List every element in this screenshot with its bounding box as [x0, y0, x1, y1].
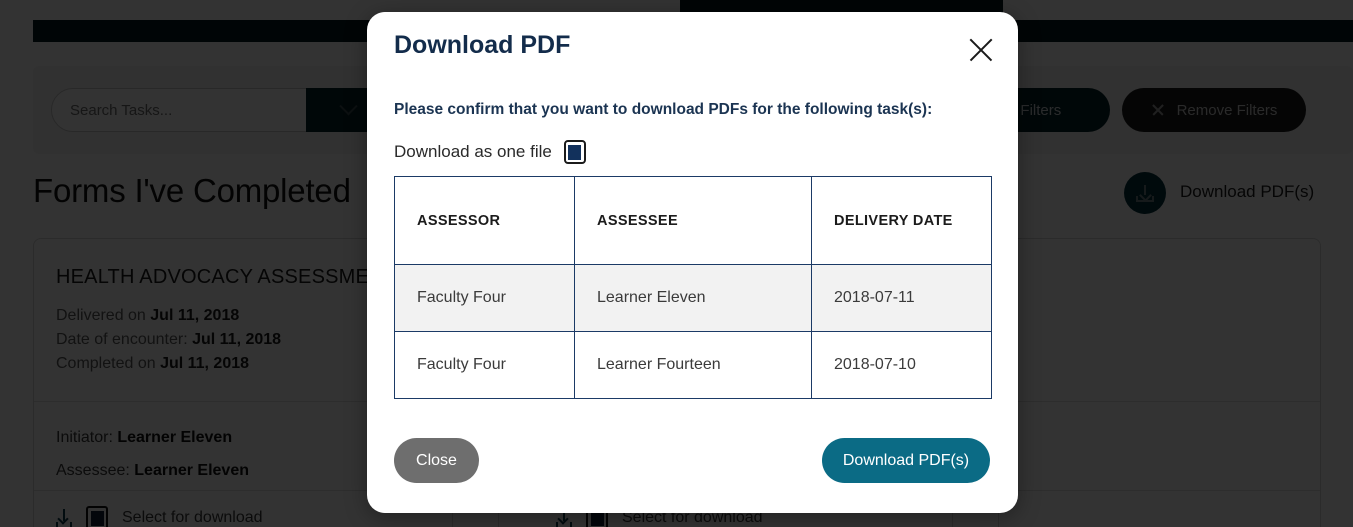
download-pdfs-confirm-button[interactable]: Download PDF(s): [822, 438, 990, 483]
cell-assessor: Faculty Four: [394, 264, 575, 332]
cell-delivery-date: 2018-07-10: [811, 331, 992, 399]
column-header-delivery-date: DELIVERY DATE: [811, 176, 992, 265]
close-icon[interactable]: [965, 34, 997, 66]
tasks-table: ASSESSOR ASSESSEE DELIVERY DATE Faculty …: [394, 176, 992, 399]
table-row: Faculty Four Learner Fourteen 2018-07-10: [394, 331, 992, 399]
cell-delivery-date: 2018-07-11: [811, 264, 992, 332]
table-header-row: ASSESSOR ASSESSEE DELIVERY DATE: [394, 176, 992, 265]
column-header-assessor: ASSESSOR: [394, 176, 575, 265]
dialog-subtitle: Please confirm that you want to download…: [394, 101, 933, 118]
column-header-assessee: ASSESSEE: [574, 176, 812, 265]
table-row: Faculty Four Learner Eleven 2018-07-11: [394, 264, 992, 332]
download-pdf-dialog: Download PDF Please confirm that you wan…: [367, 12, 1018, 513]
cell-assessee: Learner Fourteen: [574, 331, 812, 399]
download-as-one-file-row: Download as one file: [394, 140, 586, 164]
app-root: Search Tasks... Apply Filters Remove Fil…: [0, 0, 1353, 527]
download-as-one-file-checkbox[interactable]: [563, 140, 586, 164]
cell-assessor: Faculty Four: [394, 331, 575, 399]
dialog-title: Download PDF: [394, 31, 571, 59]
close-button[interactable]: Close: [394, 438, 479, 483]
download-as-one-file-label: Download as one file: [394, 142, 552, 161]
cell-assessee: Learner Eleven: [574, 264, 812, 332]
